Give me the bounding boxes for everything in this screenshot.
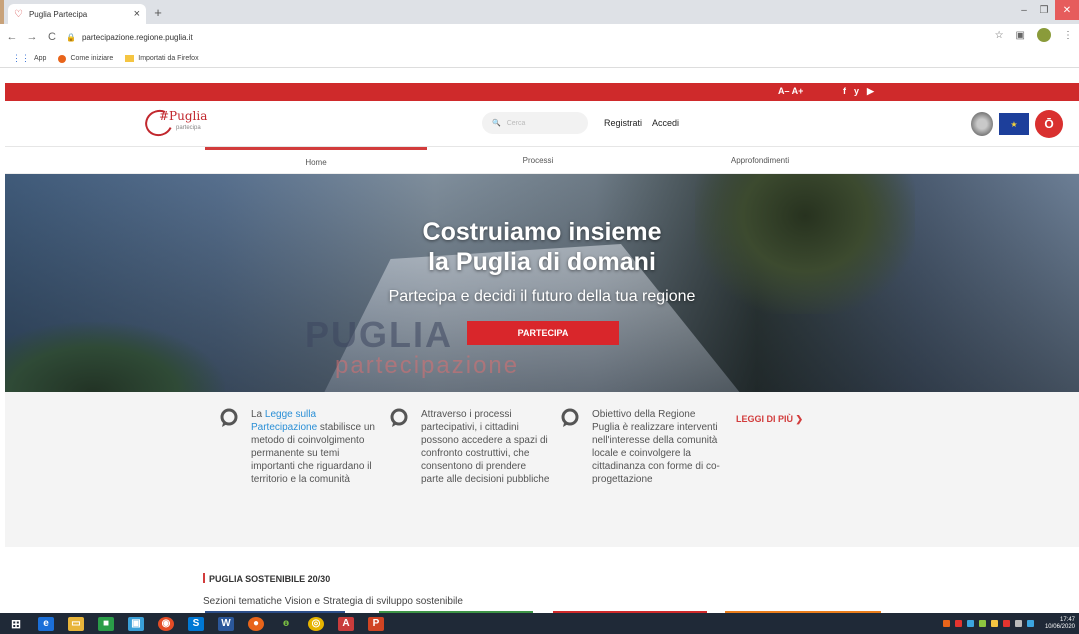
skype-icon[interactable]: S [188,616,204,631]
taskbar-clock[interactable]: 17:47 10/06/2020 [1045,617,1075,631]
tray-icon[interactable] [942,620,950,627]
powerpoint-icon[interactable]: P [368,616,384,631]
system-tray: 17:47 10/06/2020 [942,613,1075,634]
eu-flag-icon: ★ [999,113,1029,135]
word-icon[interactable]: W [218,616,234,631]
read-more-link[interactable]: LEGGI DI PIÙ ❯ [736,414,803,425]
hero-title: Costruiamo insieme la Puglia di domani [422,218,662,276]
bookmark-importati[interactable]: Importati da Firefox [125,55,199,62]
new-tab-button[interactable]: + [150,5,166,20]
tab-close-icon[interactable]: × [134,8,140,20]
tray-icon[interactable] [1014,620,1022,627]
window-close-button[interactable]: ✕ [1055,0,1079,20]
title-accent-bar [203,573,205,583]
app-cyan-icon[interactable]: ▣ [128,616,144,631]
address-bar-row: ← → C 🔒 partecipazione.regione.puglia.it… [0,24,1079,50]
nav-approfondimenti[interactable]: Approfondimenti [649,147,871,174]
tray-icon[interactable] [1026,620,1034,627]
bookmarks-bar: ⋮⋮ App Come iniziare Importati da Firefo… [0,50,1079,68]
nav-home[interactable]: Home [205,147,427,174]
back-arrow-icon[interactable]: ← [4,31,20,43]
window-minimize-button[interactable]: – [1015,0,1033,20]
info-column-processi: Attraverso i processi partecipativi, i c… [389,408,551,486]
forward-arrow-icon[interactable]: → [24,31,40,43]
app-green-icon[interactable]: ■ [98,616,114,631]
institutional-emblems: ★ Ō [971,110,1063,138]
site-logo[interactable]: #Puglia partecipa [141,105,225,141]
chat-bubble-icon [390,408,408,427]
firefox-taskbar-icon[interactable]: ● [248,616,264,631]
info-column-legge: La Legge sulla Partecipazione stabilisce… [219,408,376,486]
browser-menu-icon[interactable]: ⋮ [1063,30,1073,41]
reload-icon[interactable]: C [44,31,60,43]
info-text-legge: La Legge sulla Partecipazione stabilisce… [251,409,375,485]
bookmark-apps[interactable]: ⋮⋮ App [12,53,46,64]
chat-bubble-icon [561,408,579,427]
facebook-icon[interactable]: f [843,86,846,97]
window-restore-button[interactable]: ❐ [1035,0,1053,20]
section-subtitle: Sezioni tematiche Vision e Strategia di … [203,596,463,607]
nav-processi[interactable]: Processi [427,147,649,174]
hero-subtitle: Partecipa e decidi il futuro della tua r… [388,288,696,305]
acrobat-icon[interactable]: A [338,616,354,631]
edge-icon[interactable]: e [38,616,54,631]
search-placeholder: Cerca [506,119,526,127]
windows-taskbar: ⊞ e ▭ ■ ▣ ◉ S W ● ɵ ◎ A P 17:47 10/06/20… [0,613,1079,634]
bookmark-star-icon[interactable]: ☆ [995,30,1004,41]
folder-icon [125,55,135,62]
profile-avatar[interactable] [1037,28,1051,42]
lock-icon: 🔒 [66,32,76,42]
extension-icon[interactable]: ▣ [1016,30,1025,41]
windows-start-icon[interactable]: ⊞ [8,617,24,631]
tray-icon[interactable] [954,620,962,627]
tray-icon[interactable] [978,620,986,627]
section-title: PUGLIA SOSTENIBILE 20/30 [203,573,330,584]
tray-icon[interactable] [990,620,998,627]
register-link[interactable]: Registrati [604,118,642,128]
browser-actions: ☆ ▣ ⋮ [995,28,1073,42]
sustainability-section: PUGLIA SOSTENIBILE 20/30 Sezioni tematic… [5,547,1079,614]
firefox-icon [58,54,67,63]
search-icon: 🔍 [492,120,501,127]
partecipa-button[interactable]: PARTECIPA [467,321,619,345]
info-section: La Legge sulla Partecipazione stabilisce… [5,392,1079,547]
url-input[interactable]: 🔒 partecipazione.regione.puglia.it [66,28,996,46]
tray-icon[interactable] [966,620,974,627]
regione-puglia-emblem-icon: Ō [1035,110,1063,138]
info-column-obiettivo: Obiettivo della Regione Puglia è realizz… [560,408,722,486]
social-links: f y ▶ [843,86,874,97]
hero-trees-shape [5,322,225,392]
youtube-icon[interactable]: ▶ [867,86,874,97]
info-text-processi: Attraverso i processi partecipativi, i c… [421,409,550,485]
chrome-icon[interactable]: ◉ [158,616,174,631]
browser-tab[interactable]: ♡ Puglia Partecipa × [8,4,146,24]
font-size-controls[interactable]: A– A+ [778,86,803,96]
login-link[interactable]: Accedi [652,118,679,128]
hero-bg-text: PUGLIA [305,314,454,355]
tab-title: Puglia Partecipa [28,9,88,19]
url-text: partecipazione.regione.puglia.it [81,32,193,42]
app-leaf-icon[interactable]: ɵ [278,617,294,631]
apps-grid-icon: ⋮⋮ [12,53,30,63]
info-text-obiettivo: Obiettivo della Regione Puglia è realizz… [592,409,720,485]
logo-main-text: #Puglia [159,109,208,123]
app-yellow-icon[interactable]: ◎ [308,616,324,631]
main-navigation: Home Processi Approfondimenti [5,147,1079,174]
site-top-bar: A– A+ f y ▶ [5,83,1079,101]
italian-republic-emblem-icon [971,112,993,136]
site-header: #Puglia partecipa 🔍 Cerca Registrati Acc… [5,101,1079,147]
chat-bubble-icon [220,408,238,427]
bookmark-come-iniziare[interactable]: Come iniziare [58,54,113,63]
auth-links: Registrati Accedi [604,118,679,128]
tray-icon[interactable] [1002,620,1010,627]
hero-bg-text-2: partecipazione [335,352,520,379]
logo-sub-text: partecipa [176,125,201,131]
twitter-icon[interactable]: y [854,86,859,97]
favicon-icon: ♡ [14,8,23,20]
browser-tab-bar: ♡ Puglia Partecipa × + – ❐ ✕ [0,0,1079,24]
file-explorer-icon[interactable]: ▭ [68,616,84,631]
hero-banner: PUGLIA partecipazione Costruiamo insieme… [5,174,1079,392]
search-input[interactable]: 🔍 Cerca [482,112,588,134]
tabbar-accent [0,0,4,24]
